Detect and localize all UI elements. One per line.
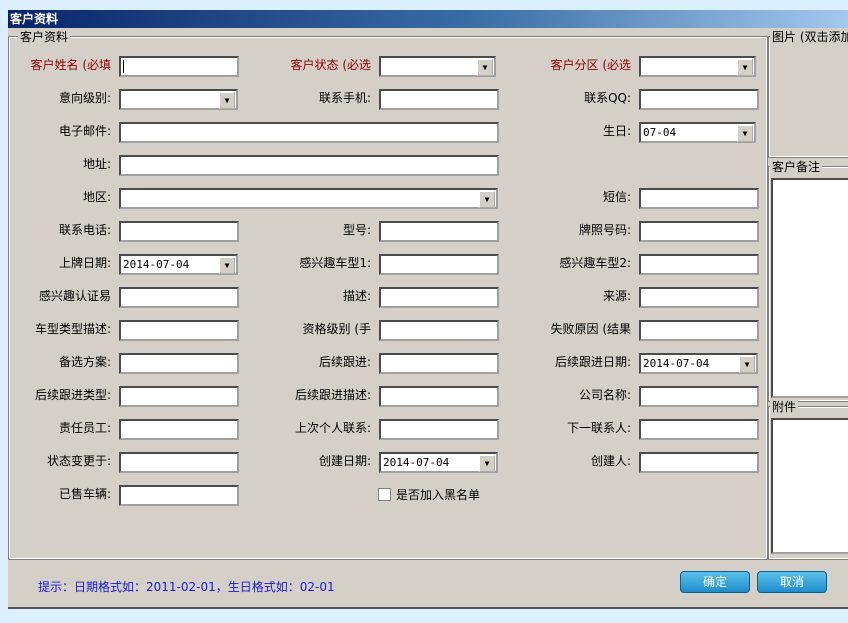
input-field[interactable] xyxy=(119,122,499,143)
notes-textarea[interactable] xyxy=(771,178,848,398)
field-label: 上牌日期: xyxy=(58,256,111,270)
group-label: 客户备注 xyxy=(770,160,823,174)
field-label: 后续跟进: xyxy=(318,355,371,369)
input-field[interactable] xyxy=(639,89,759,110)
field-label: 联系手机: xyxy=(318,91,371,105)
field-label: 创建人: xyxy=(590,454,631,468)
input-field[interactable] xyxy=(119,155,499,176)
input-field[interactable] xyxy=(639,386,759,407)
field-label: 备选方案: xyxy=(58,355,111,369)
input-field[interactable] xyxy=(639,188,759,209)
group-label: 图片 (双击添加 xyxy=(770,30,848,44)
field-label: 生日: xyxy=(602,124,631,138)
select-field[interactable]: 2014-07-04 ▼ xyxy=(639,353,758,374)
select-field[interactable]: ▼ xyxy=(639,56,756,77)
field-label: 联系电话: xyxy=(58,223,111,237)
input-field[interactable] xyxy=(639,320,759,341)
attachment-list[interactable] xyxy=(771,418,848,554)
field-label: 地址: xyxy=(82,157,111,171)
field-label: 感兴趣认证易 xyxy=(38,289,111,303)
field-label: 客户状态 (必选 xyxy=(290,58,372,72)
field-label: 感兴趣车型2: xyxy=(559,256,631,270)
field-label: 来源: xyxy=(602,289,631,303)
checkbox-box[interactable] xyxy=(378,488,391,501)
attachment-group: 附件 xyxy=(768,400,848,560)
hint-text: 提示：日期格式如：2011-02-01，生日格式如：02-01 xyxy=(38,580,335,594)
field-label: 已售车辆: xyxy=(58,487,111,501)
field-label: 下一联系人: xyxy=(566,421,631,435)
field-label: 公司名称: xyxy=(578,388,631,402)
title-bar: 客户资料 xyxy=(8,10,848,28)
field-label: 联系QQ: xyxy=(584,91,631,105)
field-label: 资格级别 (手 xyxy=(302,322,372,336)
field-label: 后续跟进日期: xyxy=(554,355,631,369)
field-label: 意向级别: xyxy=(58,91,111,105)
field-label: 客户姓名 (必填 xyxy=(30,58,112,72)
field-label: 后续跟进描述: xyxy=(294,388,371,402)
ok-button[interactable]: 确定 xyxy=(680,571,750,593)
input-field[interactable] xyxy=(639,221,759,242)
select-field[interactable]: 07-04 ▼ xyxy=(639,122,756,143)
text-caret xyxy=(123,60,124,73)
field-label: 型号: xyxy=(342,223,371,237)
chevron-down-icon[interactable]: ▼ xyxy=(739,356,755,373)
field-label: 地区: xyxy=(82,190,111,204)
blacklist-label: 是否加入黑名单 xyxy=(396,488,481,502)
field-label: 描述: xyxy=(342,289,371,303)
field-label: 感兴趣车型1: xyxy=(299,256,371,270)
field-label: 客户分区 (必选 xyxy=(550,58,632,72)
group-label: 附件 xyxy=(770,400,799,414)
input-field[interactable] xyxy=(639,452,759,473)
notes-group: 客户备注 xyxy=(768,160,848,402)
field-label: 牌照号码: xyxy=(578,223,631,237)
field-label: 车型类型描述: xyxy=(34,322,111,336)
picture-group: 图片 (双击添加 xyxy=(768,30,848,158)
field-label: 上次个人联系: xyxy=(294,421,371,435)
chevron-down-icon[interactable]: ▼ xyxy=(737,59,753,76)
field-label: 失败原因 (结果 xyxy=(550,322,632,336)
group-label: 客户资料 xyxy=(18,30,71,44)
input-field[interactable] xyxy=(639,287,759,308)
select-field[interactable]: ▼ xyxy=(119,188,498,209)
chevron-down-icon[interactable]: ▼ xyxy=(737,125,753,142)
input-field[interactable] xyxy=(639,254,759,275)
field-label: 状态变更于: xyxy=(46,454,111,468)
field-label: 创建日期: xyxy=(318,454,371,468)
field-label: 电子邮件: xyxy=(58,124,111,138)
field-label: 后续跟进类型: xyxy=(34,388,111,402)
input-field[interactable] xyxy=(639,419,759,440)
cancel-button[interactable]: 取消 xyxy=(757,571,827,593)
field-label: 责任员工: xyxy=(58,421,111,435)
field-label: 短信: xyxy=(602,190,631,204)
input-field[interactable] xyxy=(119,485,239,506)
